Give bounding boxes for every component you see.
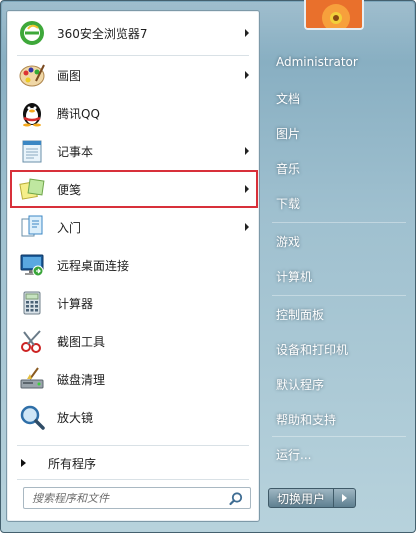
program-item-disk-cleanup[interactable]: 磁盘清理 xyxy=(11,361,257,397)
sticky-notes-icon xyxy=(15,173,49,205)
divider xyxy=(17,445,249,446)
divider xyxy=(272,222,406,223)
program-item-getting-started[interactable]: 入门 xyxy=(11,209,257,245)
submenu-arrow-icon[interactable] xyxy=(245,147,249,155)
divider xyxy=(272,436,406,437)
divider xyxy=(17,55,249,56)
submenu-arrow-icon[interactable] xyxy=(245,71,249,79)
flower-icon xyxy=(306,0,362,28)
submenu-arrow-icon[interactable] xyxy=(245,29,249,37)
magnifier-icon xyxy=(15,401,49,433)
program-label: 便笺 xyxy=(57,182,82,197)
right-item-music[interactable]: 音乐 xyxy=(276,160,300,180)
program-item-360-browser[interactable]: 360安全浏览器7 xyxy=(11,15,257,51)
divider xyxy=(17,479,249,480)
program-item-snipping-tool[interactable]: 截图工具 xyxy=(11,323,257,359)
user-picture[interactable] xyxy=(304,0,364,30)
program-item-calculator[interactable]: 计算器 xyxy=(11,285,257,321)
program-label: 画图 xyxy=(57,68,82,83)
program-label: 360安全浏览器7 xyxy=(57,26,148,41)
qq-penguin-icon xyxy=(15,97,49,129)
program-label: 磁盘清理 xyxy=(57,372,106,387)
submenu-arrow-icon[interactable] xyxy=(245,185,249,193)
program-label: 腾讯QQ xyxy=(57,106,100,121)
user-name-link[interactable]: Administrator xyxy=(276,55,358,75)
switch-user-button[interactable]: 切换用户 xyxy=(268,488,334,508)
snipping-tool-icon xyxy=(15,325,49,357)
expand-arrow-icon xyxy=(21,459,26,467)
program-label: 记事本 xyxy=(57,144,94,159)
all-programs-label: 所有程序 xyxy=(48,456,97,471)
right-item-devices-printers[interactable]: 设备和打印机 xyxy=(276,341,348,361)
right-item-games[interactable]: 游戏 xyxy=(276,233,300,253)
program-item-magnifier[interactable]: 放大镜 xyxy=(11,399,257,435)
program-item-remote-desktop[interactable]: 远程桌面连接 xyxy=(11,247,257,283)
paint-palette-icon xyxy=(15,59,49,91)
program-item-qq[interactable]: 腾讯QQ xyxy=(11,95,257,131)
right-item-downloads[interactable]: 下载 xyxy=(276,195,300,215)
calculator-icon xyxy=(15,287,49,319)
program-item-notepad[interactable]: 记事本 xyxy=(11,133,257,169)
search-input[interactable] xyxy=(32,491,222,505)
pinned-programs-pane: 360安全浏览器7 画图 腾讯QQ 记事本 便笺 入门 远程桌面连接 计算器 截… xyxy=(6,10,260,522)
all-programs-button[interactable]: 所有程序 xyxy=(13,451,253,475)
right-item-documents[interactable]: 文档 xyxy=(276,90,300,110)
search-box[interactable] xyxy=(23,487,251,509)
program-label: 放大镜 xyxy=(57,410,94,425)
right-item-computer[interactable]: 计算机 xyxy=(276,268,312,288)
program-label: 截图工具 xyxy=(57,334,106,349)
search-icon[interactable] xyxy=(228,491,244,507)
remote-desktop-icon xyxy=(15,249,49,281)
right-item-control-panel[interactable]: 控制面板 xyxy=(276,306,324,326)
notepad-icon xyxy=(15,135,49,167)
program-label: 计算器 xyxy=(57,296,94,311)
program-item-sticky-notes[interactable]: 便笺 xyxy=(10,170,258,208)
getting-started-icon xyxy=(15,211,49,243)
right-item-help-support[interactable]: 帮助和支持 xyxy=(276,411,336,431)
divider xyxy=(272,295,406,296)
right-item-run[interactable]: 运行... xyxy=(276,446,311,466)
program-label: 远程桌面连接 xyxy=(57,258,130,273)
submenu-arrow-icon[interactable] xyxy=(245,223,249,231)
right-item-pictures[interactable]: 图片 xyxy=(276,125,300,145)
program-item-paint[interactable]: 画图 xyxy=(11,57,257,93)
program-label: 入门 xyxy=(57,220,82,235)
browser-360-icon xyxy=(15,17,49,49)
disk-cleanup-icon xyxy=(15,363,49,395)
shutdown-options-arrow-icon[interactable] xyxy=(334,488,356,508)
right-item-default-programs[interactable]: 默认程序 xyxy=(276,376,324,396)
